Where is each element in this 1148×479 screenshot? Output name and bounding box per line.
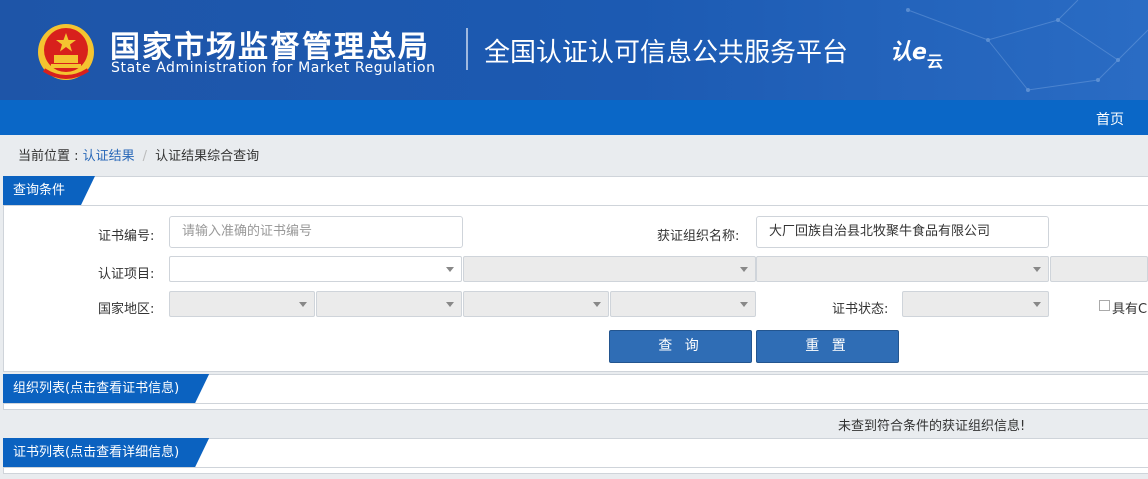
cert-status-label: 证书状态: — [832, 302, 889, 317]
cert-no-label: 证书编号: — [98, 229, 155, 244]
breadcrumb: 当前位置 : 认证结果 / 认证结果综合查询 — [18, 145, 259, 164]
title-divider — [466, 28, 468, 70]
agency-title-en: State Administration for Market Regulati… — [111, 60, 436, 76]
cert-no-input[interactable]: 请输入准确的证书编号 — [169, 216, 463, 248]
breadcrumb-link-results[interactable]: 认证结果 — [83, 149, 135, 164]
cert-item-select-4[interactable] — [1050, 256, 1148, 282]
chevron-down-icon — [446, 267, 454, 272]
cert-item-select-2[interactable] — [463, 256, 756, 282]
reset-button[interactable]: 重 置 — [756, 330, 899, 363]
cert-item-select-3[interactable] — [756, 256, 1049, 282]
breadcrumb-prefix: 当前位置 : — [18, 149, 83, 164]
chevron-down-icon — [740, 302, 748, 307]
chevron-down-icon — [446, 302, 454, 307]
cert-item-label: 认证项目: — [98, 267, 155, 282]
breadcrumb-separator: / — [142, 149, 148, 164]
logo-main-text: 认e — [890, 40, 927, 65]
org-name-input[interactable]: 大厂回族自治县北牧聚牛食品有限公司 — [756, 216, 1049, 248]
platform-logo[interactable]: 认e云 — [890, 34, 943, 71]
region-label: 国家地区: — [98, 302, 155, 317]
tab-org-list: 组织列表(点击查看证书信息) — [3, 374, 209, 403]
platform-title: 全国认证认可信息公共服务平台 — [484, 38, 849, 68]
nav-home-link[interactable]: 首页 — [1096, 109, 1124, 129]
checkbox[interactable] — [1099, 300, 1110, 311]
tab-cert-list: 证书列表(点击查看详细信息) — [3, 438, 209, 467]
region-select-3[interactable] — [463, 291, 609, 317]
org-name-label: 获证组织名称: — [657, 229, 740, 244]
chevron-down-icon — [1033, 302, 1041, 307]
cert-list-panel: 证书列表(点击查看详细信息) — [3, 438, 1148, 474]
region-select-1[interactable] — [169, 291, 315, 317]
empty-result-message: 未查到符合条件的获证组织信息! — [838, 419, 1026, 434]
breadcrumb-current: 认证结果综合查询 — [155, 149, 260, 164]
checkbox-label: 具有C — [1112, 302, 1148, 317]
nav-bar: 首页 — [0, 100, 1148, 135]
site-header: 国家市场监督管理总局 State Administration for Mark… — [0, 0, 1148, 100]
org-list-header: 组织列表(点击查看证书信息) — [4, 375, 1148, 404]
cert-item-select-1[interactable] — [169, 256, 462, 282]
national-emblem-icon — [38, 24, 94, 80]
chevron-down-icon — [299, 302, 307, 307]
cert-status-select[interactable] — [902, 291, 1049, 317]
org-list-panel: 组织列表(点击查看证书信息) — [3, 374, 1148, 410]
chevron-down-icon — [593, 302, 601, 307]
cert-list-header: 证书列表(点击查看详细信息) — [4, 439, 1148, 468]
logo-sub-text: 云 — [926, 52, 943, 71]
query-button[interactable]: 查 询 — [609, 330, 752, 363]
region-select-4[interactable] — [610, 291, 756, 317]
tab-query-conditions: 查询条件 — [3, 176, 95, 205]
chevron-down-icon — [740, 267, 748, 272]
region-select-2[interactable] — [316, 291, 462, 317]
query-panel-header: 查询条件 — [4, 177, 1148, 206]
chevron-down-icon — [1033, 267, 1041, 272]
